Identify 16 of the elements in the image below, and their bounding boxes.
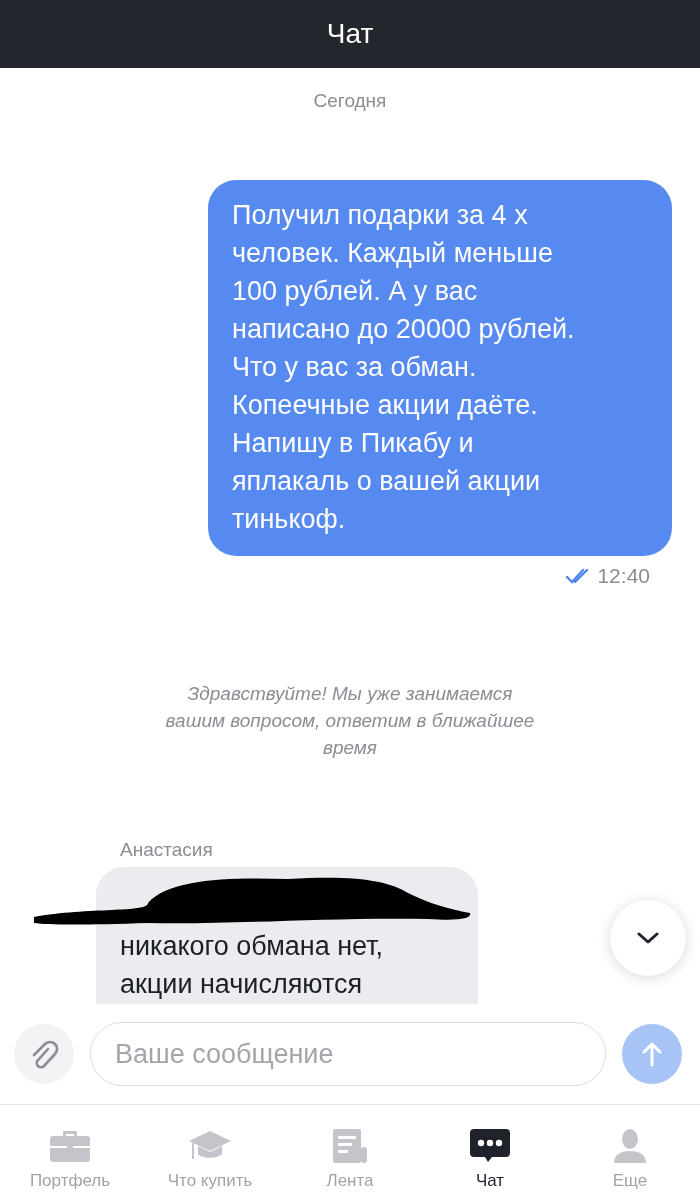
system-message: Здравствуйте! Мы уже занимаемся вашим вопросом, ответим в ближайшее время: [165, 682, 535, 760]
date-label: Сегодня: [313, 90, 387, 112]
scroll-down-button[interactable]: [610, 900, 686, 976]
chevron-down-icon: [637, 931, 659, 945]
message-time: 12:40: [597, 564, 650, 588]
message-bubble: Получил подарки за 4 х человек. Каждый меньше 100 рублей. А у вас написано до 20000 рублей. Что у вас за обман. Копеечные акции даёте. Напишу в Пикабу и яплакаль о вашей акции тинькоф.: [208, 180, 672, 556]
arrow-up-icon: [641, 1041, 663, 1067]
message-input[interactable]: Ваше сообщение: [90, 1022, 606, 1086]
tab-item[interactable]: Чат: [430, 1105, 550, 1195]
window-title: Чат: [326, 18, 374, 50]
author-name: Анастасия: [120, 839, 214, 861]
tab-item[interactable]: Портфель: [10, 1105, 130, 1195]
send-button[interactable]: [622, 1024, 682, 1084]
tab-item[interactable]: Еще: [570, 1105, 690, 1195]
tab-item[interactable]: Лента: [290, 1105, 410, 1195]
tab-item[interactable]: Что купить: [150, 1105, 270, 1195]
